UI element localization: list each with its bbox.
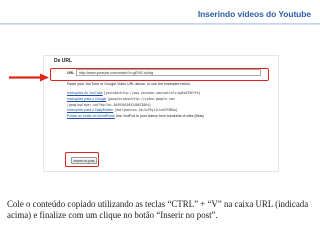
title-divider <box>0 23 320 25</box>
dailymotion-instructions-link[interactable]: Instruções para o DailyMotion <box>67 108 113 112</box>
examples-list: Instruções do YouTube [youtube=http://ww… <box>67 91 272 120</box>
example-row-wordpress: Postar ao botão do WordPress Use VodPod … <box>67 114 272 120</box>
youtube-instructions-link[interactable]: Instruções do YouTube <box>67 91 103 95</box>
button-highlight-box <box>65 152 99 167</box>
instruction-caption: Cole o conteúdo copiado utilizando as te… <box>7 199 309 220</box>
example-code: [dailymotion id=5zYRy1JLhuGlP3BGw] <box>114 108 178 113</box>
dialog-title: De URL <box>54 58 73 64</box>
url-highlight-box <box>50 68 269 81</box>
wordpress-button-link[interactable]: Postar ao botão do WordPress <box>67 114 115 118</box>
example-code: [googlevideo=http://video.google.com <box>107 96 175 101</box>
red-arrow-icon <box>9 73 49 82</box>
example-code: [youtube=http://www.youtube.com/watch?v=… <box>103 91 201 95</box>
google-instructions-link[interactable]: Instruções para o Google <box>67 97 106 101</box>
example-note: Use VodPod to post videos from hundreds … <box>115 114 204 119</box>
url-hint: Paste your YouTube or Google Video URL a… <box>67 82 191 86</box>
slide-title: Inserindo vídeos do Youtube <box>197 9 311 19</box>
example-code: /googleplayer.swf?docId=-845930105524867… <box>67 102 151 107</box>
